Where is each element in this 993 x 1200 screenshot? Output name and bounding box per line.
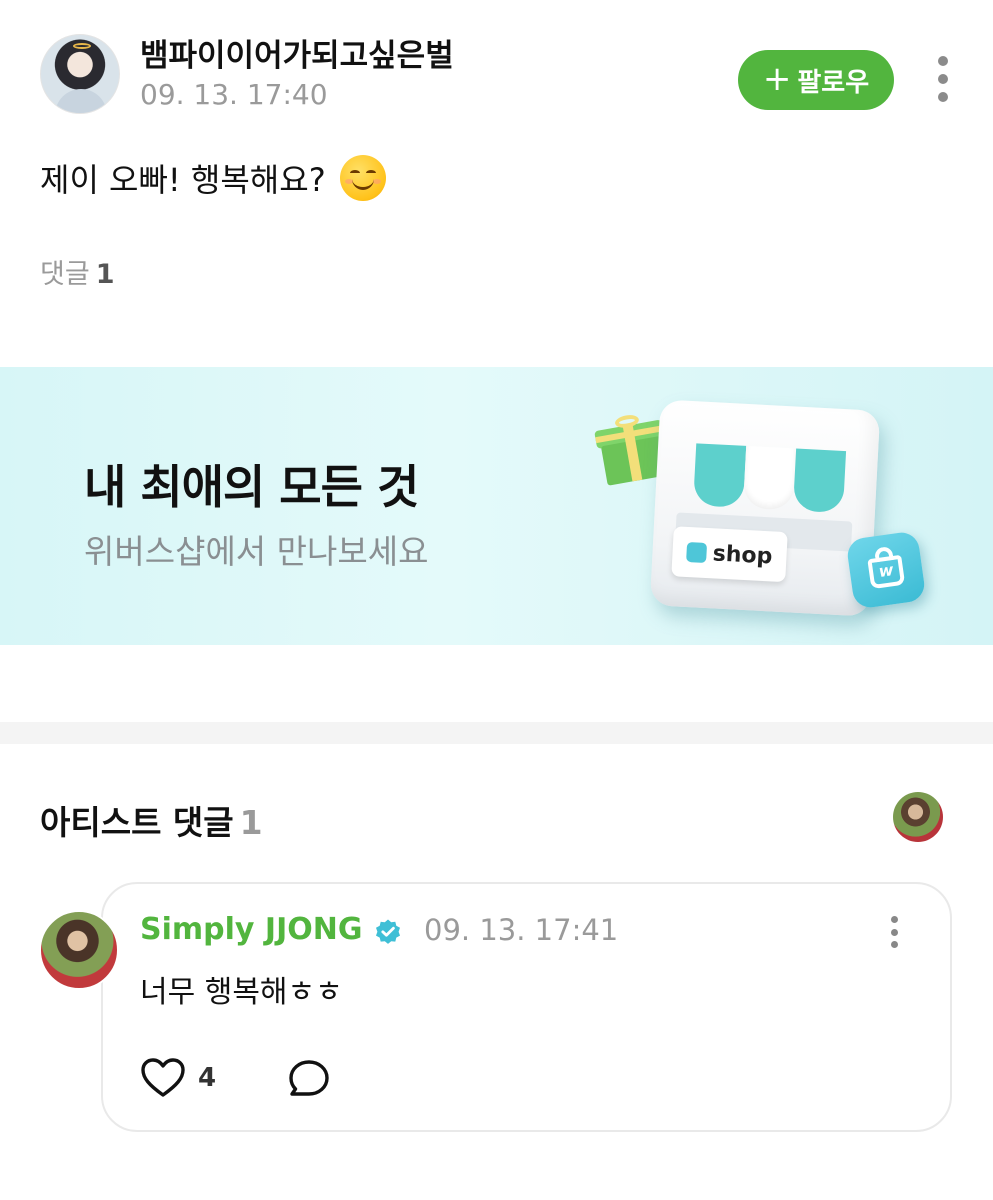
shop-sign-label: shop <box>712 540 773 569</box>
dot <box>890 928 898 936</box>
storefront-illustration: shop <box>649 399 881 617</box>
dot <box>890 916 898 923</box>
section-divider <box>0 722 993 744</box>
bag-letter: w <box>877 560 895 581</box>
comment-more-vertical-icon[interactable] <box>884 916 904 948</box>
follow-button[interactable]: + 팔로우 <box>738 50 894 110</box>
storefront-awning <box>693 443 847 514</box>
dot <box>938 56 948 66</box>
shop-banner[interactable]: 내 최애의 모든 것 위버스샵에서 만나보세요 shop w <box>0 367 993 645</box>
avatar-body <box>55 89 107 113</box>
banner-subtitle: 위버스샵에서 만나보세요 <box>84 532 429 571</box>
shop-sign: shop <box>671 526 788 583</box>
dot <box>890 941 898 948</box>
verified-check-icon <box>376 919 400 944</box>
artist-avatar-small[interactable] <box>893 792 943 842</box>
comment-timestamp: 09. 13. 17:41 <box>424 913 619 947</box>
post-header: 뱀파이이어가되고싶은벌 09. 13. 17:40 + 팔로우 <box>0 0 993 130</box>
banner-title: 내 최애의 모든 것 <box>84 460 419 514</box>
commenter-avatar[interactable] <box>39 910 119 990</box>
follow-label: 팔로우 <box>797 67 870 98</box>
reply-speech-bubble-icon[interactable] <box>287 1058 331 1100</box>
heart-icon <box>141 1058 185 1097</box>
commenter-name[interactable]: Simply JJONG <box>140 912 362 947</box>
more-vertical-icon[interactable] <box>933 56 953 102</box>
artist-comments-title: 아티스트 댓글 1 <box>40 796 263 844</box>
halo-decoration <box>73 43 91 49</box>
smiling-face-emoji-icon <box>339 155 386 201</box>
post-text-content: 제이 오빠! 행복해요? <box>40 161 326 199</box>
comment-text: 너무 행복해ㅎㅎ <box>140 975 343 1010</box>
artist-comments-count: 1 <box>239 803 263 842</box>
plus-icon: + <box>762 58 792 99</box>
shopping-bag-icon <box>686 541 708 563</box>
post-timestamp: 09. 13. 17:40 <box>140 78 328 111</box>
like-button[interactable]: 4 <box>140 1056 216 1100</box>
dot <box>938 74 948 84</box>
post-text: 제이 오빠! 행복해요? <box>40 155 386 201</box>
artist-comments-label: 아티스트 댓글 <box>40 803 234 842</box>
comment-count-number: 1 <box>95 259 115 290</box>
comment-count-link[interactable]: 댓글 1 <box>40 252 114 291</box>
like-count: 4 <box>198 1063 217 1093</box>
author-avatar[interactable] <box>40 34 120 114</box>
weverse-shop-bag-icon: w <box>845 530 927 610</box>
author-name[interactable]: 뱀파이이어가되고싶은벌 <box>140 30 454 75</box>
comment-count-label: 댓글 <box>40 259 90 290</box>
dot <box>938 92 948 102</box>
